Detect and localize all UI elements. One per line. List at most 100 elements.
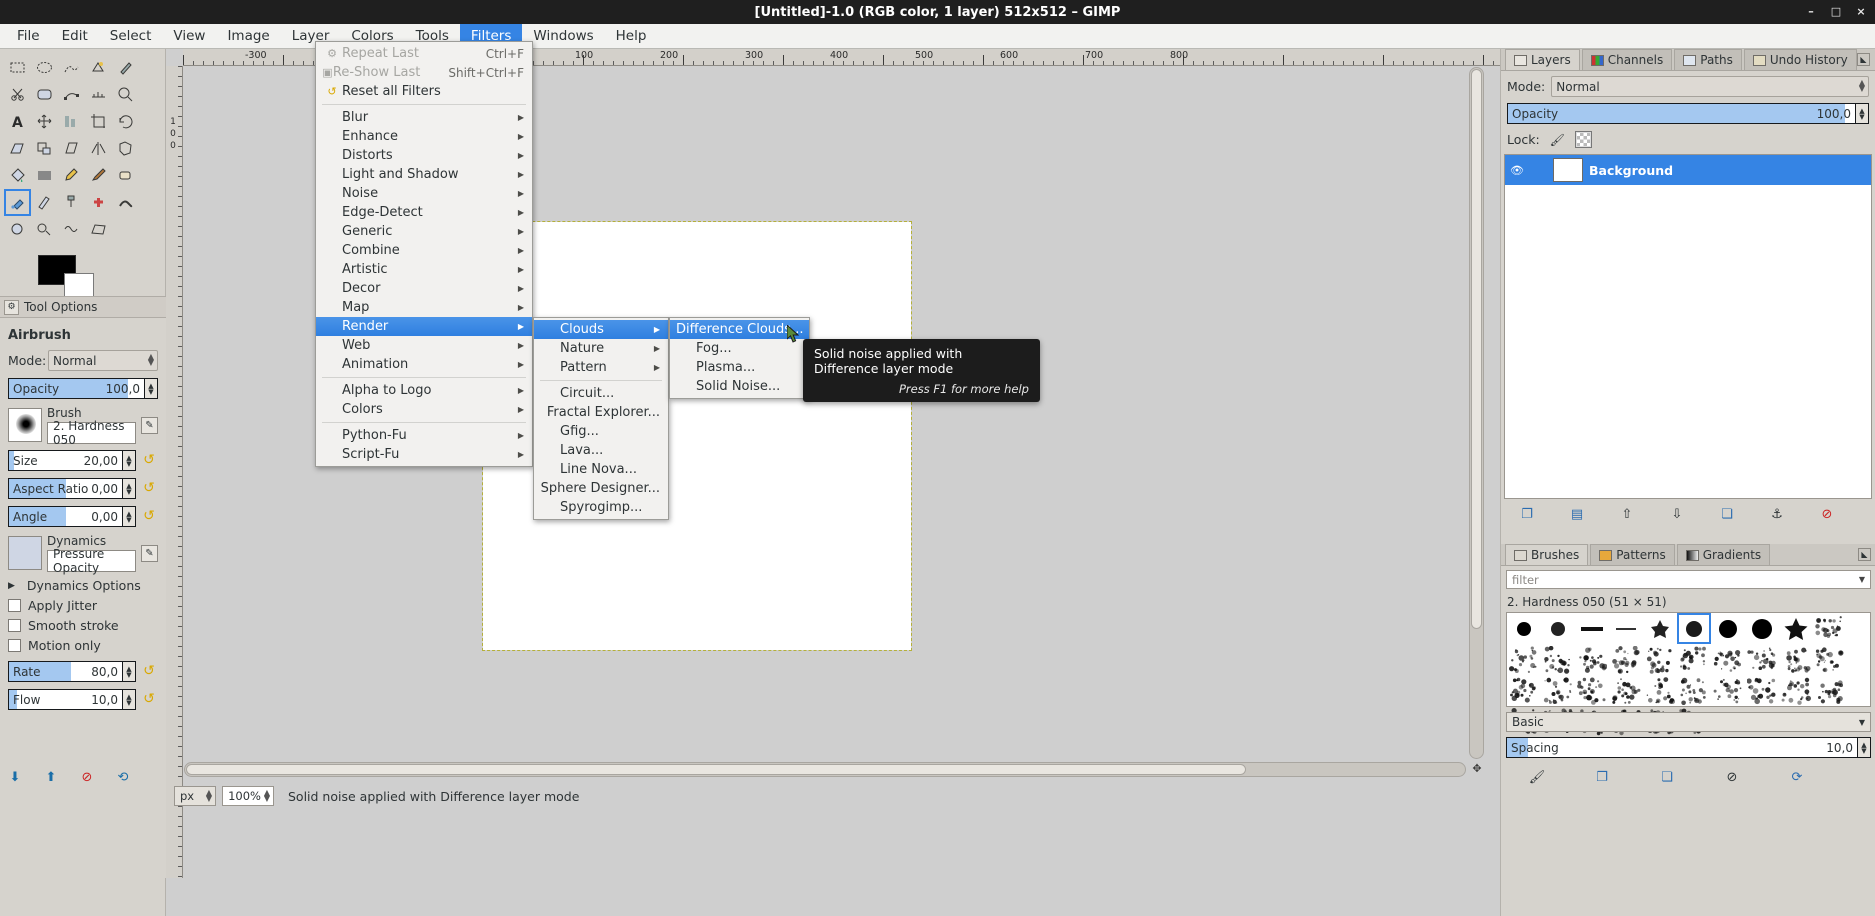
perspective-clone-icon[interactable] <box>4 135 31 162</box>
menu-item-artistic[interactable]: Artistic ▶ <box>316 260 532 279</box>
rate-slider[interactable]: Rate 80,0 <box>8 661 123 682</box>
brush-swatch[interactable] <box>1677 613 1711 644</box>
brush-swatch[interactable] <box>1779 613 1813 644</box>
vertical-ruler[interactable]: 1 0 0 <box>166 66 183 878</box>
airbrush-icon[interactable] <box>4 189 31 216</box>
brush-swatch[interactable] <box>1677 675 1711 706</box>
menu-edit[interactable]: Edit <box>51 24 99 49</box>
brush-swatch[interactable] <box>1745 613 1779 644</box>
raise-layer-icon[interactable]: ⇧ <box>1617 505 1637 523</box>
menu-image[interactable]: Image <box>216 24 280 49</box>
menu-item-plasma[interactable]: Plasma... <box>670 358 809 377</box>
angle-slider[interactable]: Angle 0,00 <box>8 506 123 527</box>
bucket-fill-icon[interactable] <box>4 162 31 189</box>
menu-item-distorts[interactable]: Distorts ▶ <box>316 146 532 165</box>
menu-item-animation[interactable]: Animation ▶ <box>316 355 532 374</box>
menu-help[interactable]: Help <box>605 24 658 49</box>
reset-tool-options-icon[interactable]: ⟲ <box>114 768 132 786</box>
brush-tag-select[interactable]: Basic ▼ <box>1506 712 1871 732</box>
menu-item-lava[interactable]: Lava... <box>534 441 668 460</box>
restore-tool-preset-icon[interactable]: ⬆ <box>42 768 60 786</box>
brush-swatch[interactable] <box>1711 675 1745 706</box>
brush-swatch[interactable] <box>1575 644 1609 675</box>
dynamics-options-expander[interactable]: ▶ Dynamics Options <box>8 578 158 593</box>
duplicate-layer-icon[interactable]: ❏ <box>1717 505 1737 523</box>
menu-item-alpha-to-logo[interactable]: Alpha to Logo ▶ <box>316 381 532 400</box>
pencil-icon[interactable] <box>58 162 85 189</box>
new-group-icon[interactable]: ▤ <box>1567 505 1587 523</box>
table-row[interactable]: 👁 Background <box>1505 155 1871 185</box>
layer-list[interactable]: 👁 Background <box>1504 154 1872 499</box>
brush-name-field[interactable]: 2. Hardness 050 <box>47 422 136 444</box>
zoom-input[interactable]: 100% ▲ ▼ <box>222 786 274 806</box>
brush-swatch[interactable] <box>1575 675 1609 706</box>
menu-item-blur[interactable]: Blur ▶ <box>316 108 532 127</box>
brush-swatch[interactable] <box>1711 613 1745 644</box>
brush-preview[interactable] <box>8 408 42 442</box>
menu-item-fractal-explorer[interactable]: Fractal Explorer... <box>534 403 668 422</box>
brush-swatch[interactable] <box>1745 644 1779 675</box>
menu-item-edge-detect[interactable]: Edge-Detect ▶ <box>316 203 532 222</box>
opacity-stepper[interactable]: ▲ ▼ <box>145 378 158 399</box>
spacing-stepper[interactable]: ▲ ▼ <box>1858 737 1871 758</box>
dock-menu-icon[interactable]: ◣ <box>1857 53 1870 66</box>
brush-swatch[interactable] <box>1745 675 1779 706</box>
aspect-ratio-stepper[interactable]: ▲ ▼ <box>123 478 136 499</box>
gradient-icon[interactable] <box>31 162 58 189</box>
brush-swatch[interactable] <box>1779 675 1813 706</box>
brush-swatch[interactable] <box>1643 644 1677 675</box>
tab-patterns[interactable]: Patterns <box>1590 544 1674 565</box>
edit-brush-icon[interactable]: ✎ <box>141 417 158 434</box>
background-color-swatch[interactable] <box>64 273 94 297</box>
brush-swatch[interactable] <box>1813 613 1847 644</box>
brush-swatch[interactable] <box>1779 644 1813 675</box>
brush-swatch[interactable] <box>1541 613 1575 644</box>
menu-item-line-nova[interactable]: Line Nova... <box>534 460 668 479</box>
menu-item-gfig[interactable]: Gfig... <box>534 422 668 441</box>
layer-opacity-stepper[interactable]: ▲ ▼ <box>1856 103 1869 124</box>
dynamics-name-field[interactable]: Pressure Opacity <box>47 550 136 572</box>
brushes-dock-menu-icon[interactable]: ◣ <box>1858 548 1871 561</box>
dynamics-preview[interactable] <box>8 536 42 570</box>
tab-undo-history[interactable]: Undo History <box>1744 49 1857 70</box>
maximize-icon[interactable]: □ <box>1830 6 1842 18</box>
reset-flow-icon[interactable]: ↺ <box>140 691 158 709</box>
zoom-icon[interactable] <box>112 81 139 108</box>
menu-item-generic[interactable]: Generic ▶ <box>316 222 532 241</box>
brush-swatch[interactable] <box>1677 644 1711 675</box>
delete-tool-preset-icon[interactable]: ⊘ <box>78 768 96 786</box>
brush-swatch[interactable] <box>1609 675 1643 706</box>
smudge-icon[interactable] <box>112 189 139 216</box>
spacing-slider[interactable]: Spacing 10,0 <box>1506 737 1858 758</box>
save-tool-preset-icon[interactable]: ⬇ <box>6 768 24 786</box>
brush-swatch[interactable] <box>1609 644 1643 675</box>
tab-brushes[interactable]: Brushes <box>1505 544 1588 565</box>
anchor-layer-icon[interactable]: ⚓ <box>1767 505 1787 523</box>
color-picker-icon[interactable] <box>112 54 139 81</box>
new-layer-icon[interactable]: ❐ <box>1517 505 1537 523</box>
menu-item-spyrogimp[interactable]: Spyrogimp... <box>534 498 668 517</box>
brush-swatch[interactable] <box>1575 613 1609 644</box>
size-slider[interactable]: Size 20,00 <box>8 450 123 471</box>
menu-item-light-and-shadow[interactable]: Light and Shadow ▶ <box>316 165 532 184</box>
dodge-burn-icon[interactable] <box>31 216 58 243</box>
layer-mode-spinner-icon[interactable]: ▲ ▼ <box>1859 80 1865 92</box>
flow-stepper[interactable]: ▲ ▼ <box>123 689 136 710</box>
edit-dynamics-icon[interactable]: ✎ <box>141 545 158 562</box>
chevron-down-icon[interactable]: ▼ <box>1859 575 1865 584</box>
text-icon[interactable]: A <box>4 108 31 135</box>
brush-swatch[interactable] <box>1609 613 1643 644</box>
menu-item-noise[interactable]: Noise ▶ <box>316 184 532 203</box>
unit-select[interactable]: px ▲ ▼ <box>174 786 216 806</box>
tab-paths[interactable]: Paths <box>1674 49 1742 70</box>
eye-icon[interactable]: 👁 <box>1509 164 1525 177</box>
motion-only-checkbox[interactable]: Motion only <box>8 638 158 653</box>
edit-brush-icon[interactable]: 🖌 <box>1527 768 1547 786</box>
minimize-icon[interactable]: – <box>1805 6 1817 18</box>
eraser-icon[interactable] <box>112 162 139 189</box>
brush-swatch[interactable] <box>1541 675 1575 706</box>
measure-icon[interactable] <box>85 81 112 108</box>
duplicate-brush-icon[interactable]: ❏ <box>1657 768 1677 786</box>
scale-icon[interactable] <box>31 135 58 162</box>
menu-item-render[interactable]: Render ▶ <box>316 317 532 336</box>
